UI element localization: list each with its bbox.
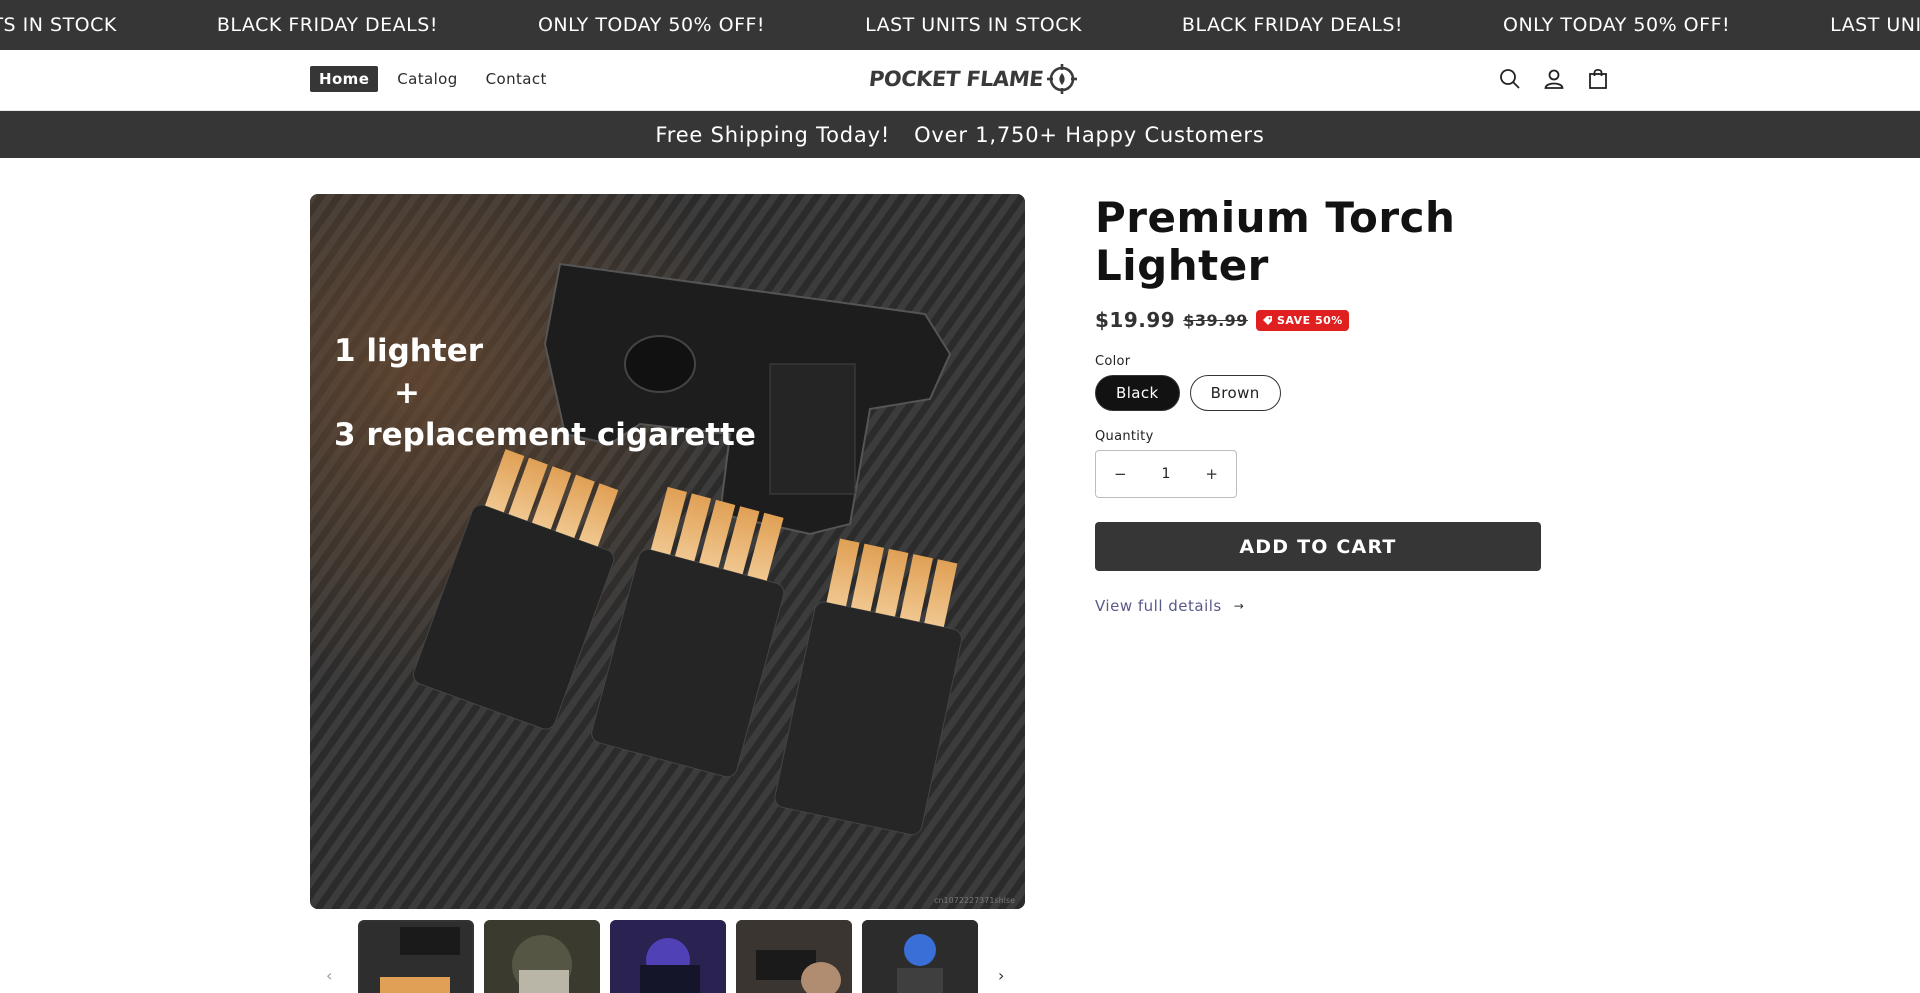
increase-quantity-button[interactable]: +	[1205, 465, 1218, 483]
marquee-item: BLACK FRIDAY DEALS!	[216, 14, 438, 36]
main-nav: Home Catalog Contact	[310, 66, 556, 92]
thumbnail-3[interactable]	[610, 920, 726, 993]
site-header: Home Catalog Contact POCKET FLAME	[0, 50, 1920, 111]
account-icon[interactable]	[1542, 67, 1566, 91]
chevron-right-icon[interactable]: ›	[998, 966, 1004, 985]
product-main-image[interactable]: 1 lighter + 3 replacement cigarette cn10…	[310, 194, 1025, 909]
marquee-item: LAST UNITS IN STOCK	[865, 14, 1082, 36]
add-to-cart-button[interactable]: ADD TO CART	[1095, 522, 1541, 571]
color-option-brown[interactable]: Brown	[1189, 375, 1281, 411]
announcement-shipping: Free Shipping Today!	[655, 122, 891, 147]
color-label: Color	[1095, 354, 1131, 369]
crosshair-flame-icon	[1047, 64, 1078, 94]
marquee-item: ONLY TODAY 50% OFF!	[1503, 14, 1731, 36]
marquee-item: BLACK FRIDAY DEALS!	[1181, 14, 1404, 36]
color-option-black[interactable]: Black	[1095, 375, 1180, 411]
header-icons	[1498, 67, 1610, 91]
product-title: Premium Torch Lighter	[1095, 193, 1456, 290]
nav-contact-link[interactable]: Contact	[477, 66, 556, 92]
nav-home-link[interactable]: Home	[310, 66, 379, 92]
quantity-label: Quantity	[1095, 429, 1154, 444]
color-options: Black Brown	[1095, 375, 1555, 411]
save-badge-text: SAVE 50%	[1276, 313, 1343, 327]
announcement-customers: Over 1,750+ Happy Customers	[914, 122, 1265, 147]
thumbnail-2[interactable]	[484, 920, 600, 993]
image-watermark: cn1072227371shlse	[934, 896, 1015, 905]
decrease-quantity-button[interactable]: −	[1114, 465, 1127, 483]
overlay-line-3: 3 replacement cigarette	[334, 417, 756, 453]
view-full-details-link[interactable]: View full details →	[1095, 597, 1555, 615]
thumbnail-1[interactable]	[358, 920, 474, 993]
marquee-item: LAST UNITS IN STOCK	[0, 14, 117, 36]
quantity-stepper: − 1 +	[1095, 450, 1237, 498]
arrow-right-icon: →	[1233, 599, 1245, 613]
cart-icon[interactable]	[1586, 67, 1610, 91]
thumbnail-4[interactable]	[736, 920, 852, 993]
view-details-text: View full details	[1095, 597, 1222, 615]
overlay-line-1: 1 lighter	[334, 333, 484, 369]
sale-price: $19.99	[1095, 308, 1176, 332]
price-row: $19.99 $39.99 SAVE 50%	[1095, 308, 1555, 332]
thumbnail-5[interactable]	[862, 920, 978, 993]
thumbnail-strip: ‹ ›	[310, 918, 1025, 993]
image-overlay-text: 1 lighter + 3 replacement cigarette	[334, 330, 756, 456]
chevron-left-icon[interactable]: ‹	[326, 966, 332, 985]
marquee-track: LAST UNITS IN STOCK BLACK FRIDAY DEALS! …	[0, 0, 1920, 50]
compare-price: $39.99	[1183, 310, 1248, 330]
quantity-input[interactable]: 1	[1162, 466, 1171, 482]
marquee-item: LAST UNITS IN STOCK	[1830, 14, 1920, 36]
search-icon[interactable]	[1498, 67, 1522, 91]
tag-icon	[1262, 315, 1272, 325]
save-badge: SAVE 50%	[1255, 309, 1349, 331]
nav-catalog-link[interactable]: Catalog	[388, 66, 466, 92]
overlay-line-2: +	[394, 375, 420, 411]
logo-text: POCKET FLAME	[867, 67, 1045, 91]
marquee-bar: LAST UNITS IN STOCK BLACK FRIDAY DEALS! …	[0, 0, 1920, 50]
product-info: Premium Torch Lighter $19.99 $39.99 SAVE…	[1095, 194, 1555, 615]
announcement-bar: Free Shipping Today! Over 1,750+ Happy C…	[0, 111, 1920, 158]
marquee-item: ONLY TODAY 50% OFF!	[537, 14, 766, 36]
site-logo[interactable]: POCKET FLAME	[867, 64, 1078, 94]
